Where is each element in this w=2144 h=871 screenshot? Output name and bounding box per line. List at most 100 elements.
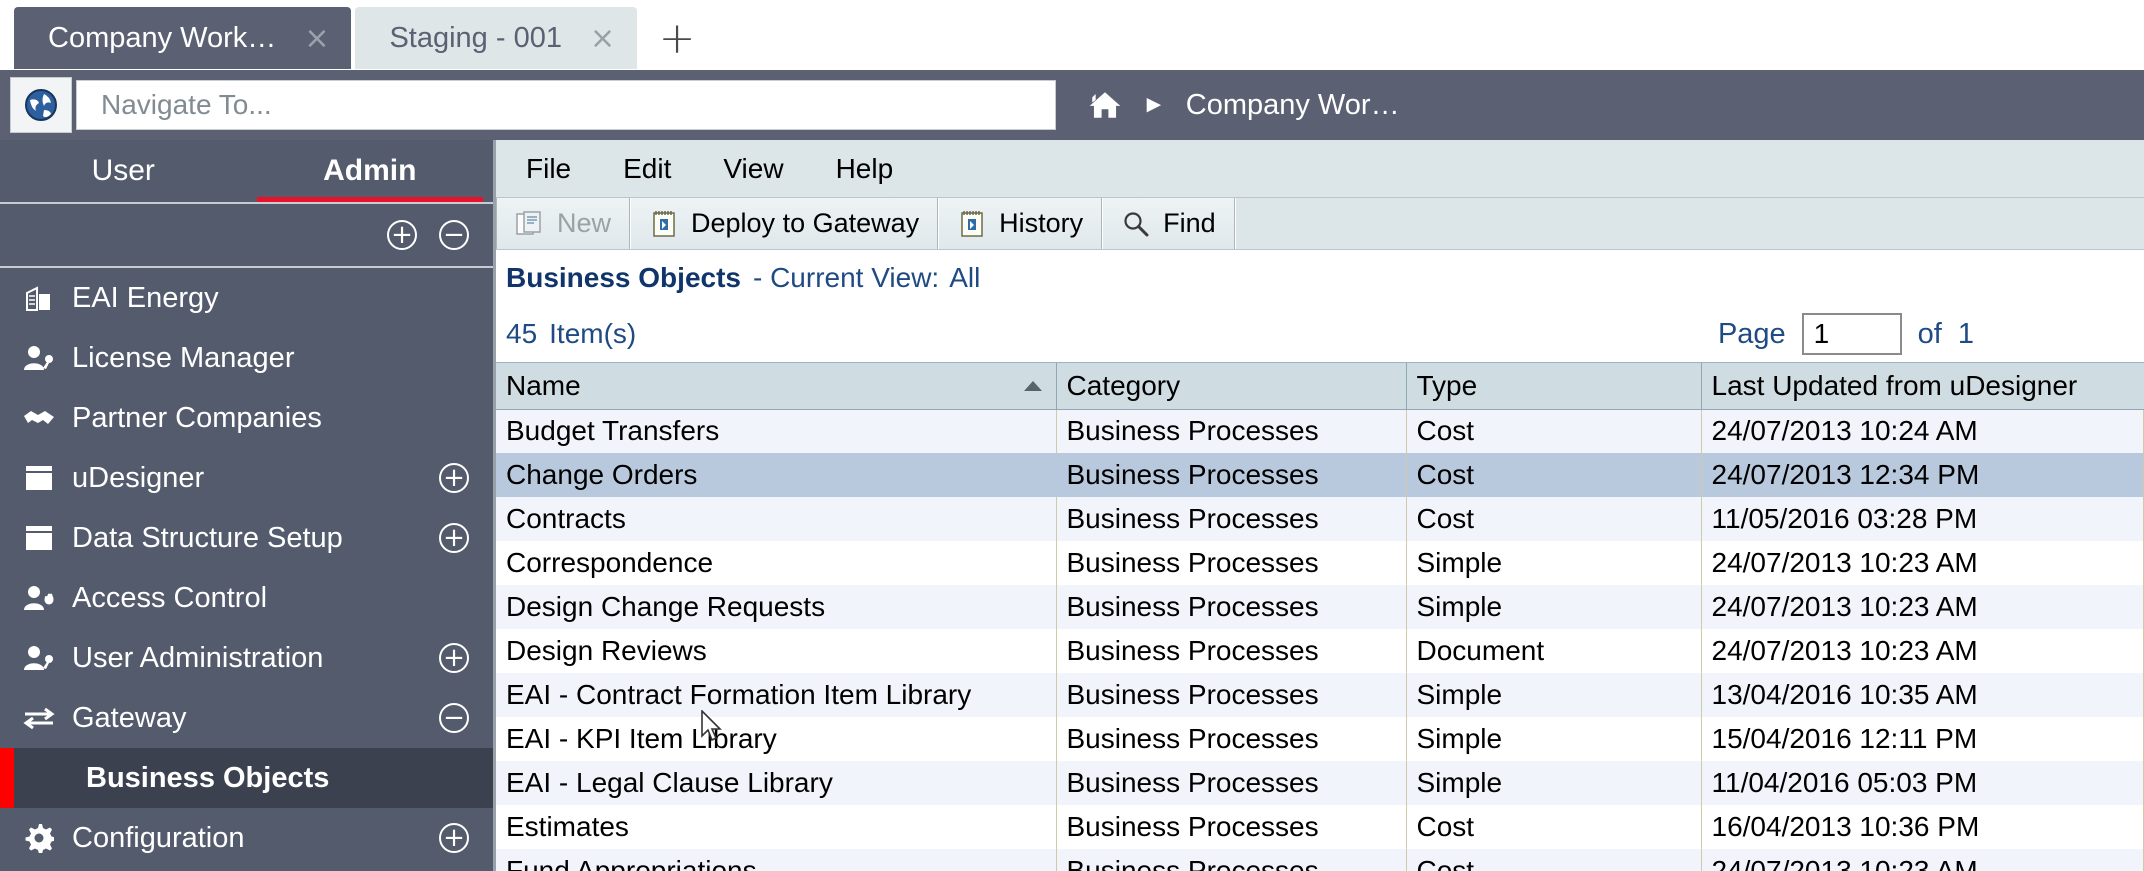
user-key-icon bbox=[22, 343, 56, 373]
cell-last-updated: 24/07/2013 10:23 AM bbox=[1701, 629, 2144, 673]
browser-tab-staging-001[interactable]: Staging - 001 × bbox=[355, 7, 637, 70]
history-button[interactable]: History bbox=[938, 198, 1102, 249]
sidebar-item-business-objects[interactable]: Business Objects bbox=[0, 748, 493, 808]
cell-type: Cost bbox=[1406, 849, 1701, 871]
search-icon bbox=[1121, 209, 1151, 239]
table-row[interactable]: EAI - Legal Clause LibraryBusiness Proce… bbox=[496, 761, 2144, 805]
sidebar-item-label: Configuration bbox=[72, 822, 423, 855]
find-button[interactable]: Find bbox=[1102, 198, 1235, 249]
expand-icon[interactable]: + bbox=[439, 463, 469, 493]
current-view-label: - Current View: bbox=[753, 262, 939, 294]
browser-tab-company-workspace[interactable]: Company Work… × bbox=[14, 7, 351, 70]
cell-last-updated: 24/07/2013 10:24 AM bbox=[1701, 409, 2144, 453]
table-row[interactable]: Design Change RequestsBusiness Processes… bbox=[496, 585, 2144, 629]
sidebar-item-label: Partner Companies bbox=[72, 402, 469, 435]
table-row[interactable]: EAI - KPI Item LibraryBusiness Processes… bbox=[496, 717, 2144, 761]
table-row[interactable]: EAI - Contract Formation Item LibraryBus… bbox=[496, 673, 2144, 717]
menu-item-view[interactable]: View bbox=[717, 153, 789, 185]
sidebar-item-label: Gateway bbox=[72, 702, 423, 735]
current-view-value[interactable]: All bbox=[949, 262, 980, 294]
sort-ascending-icon bbox=[1024, 381, 1042, 391]
menu-item-edit[interactable]: Edit bbox=[617, 153, 677, 185]
new-document-icon bbox=[515, 209, 545, 239]
cell-category: Business Processes bbox=[1056, 849, 1406, 871]
sidebar-item-access-control[interactable]: Access Control bbox=[0, 568, 493, 628]
sidebar-tab-user[interactable]: User bbox=[0, 140, 247, 202]
cell-name: Fund Appropriations bbox=[496, 849, 1056, 871]
table-row[interactable]: Design ReviewsBusiness ProcessesDocument… bbox=[496, 629, 2144, 673]
table-row[interactable]: Budget TransfersBusiness ProcessesCost24… bbox=[496, 409, 2144, 453]
deploy-to-gateway-button[interactable]: Deploy to Gateway bbox=[630, 198, 938, 249]
cell-category: Business Processes bbox=[1056, 497, 1406, 541]
pagination: Page 1 of 1 bbox=[1718, 313, 2144, 355]
sidebar-expand-collapse-row: + − bbox=[0, 204, 493, 266]
sidebar-item-label: License Manager bbox=[72, 342, 469, 375]
cell-name: Estimates bbox=[496, 805, 1056, 849]
table-row[interactable]: Fund AppropriationsBusiness ProcessesCos… bbox=[496, 849, 2144, 871]
cell-type: Simple bbox=[1406, 585, 1701, 629]
sidebar-item-data-structure-setup[interactable]: Data Structure Setup + bbox=[0, 508, 493, 568]
toolbar-button-label: Find bbox=[1163, 208, 1216, 239]
sidebar-tab-admin[interactable]: Admin bbox=[247, 140, 494, 202]
column-header-label: Type bbox=[1417, 370, 1478, 401]
menu-item-help[interactable]: Help bbox=[830, 153, 900, 185]
cell-name: Change Orders bbox=[496, 453, 1056, 497]
collapse-icon[interactable]: − bbox=[439, 703, 469, 733]
cell-type: Simple bbox=[1406, 761, 1701, 805]
gear-icon bbox=[22, 823, 56, 853]
cell-name: EAI - Legal Clause Library bbox=[496, 761, 1056, 805]
home-icon[interactable] bbox=[1088, 90, 1122, 120]
of-label: of bbox=[1918, 318, 1942, 351]
cell-last-updated: 24/07/2013 10:23 AM bbox=[1701, 541, 2144, 585]
sidebar-item-partner-companies[interactable]: Partner Companies bbox=[0, 388, 493, 448]
table-row[interactable]: EstimatesBusiness ProcessesCost16/04/201… bbox=[496, 805, 2144, 849]
close-icon[interactable]: × bbox=[304, 24, 329, 54]
close-icon[interactable]: × bbox=[590, 24, 615, 54]
navigate-to-input[interactable]: Navigate To... bbox=[76, 80, 1056, 130]
column-header-last-updated[interactable]: Last Updated from uDesigner bbox=[1701, 363, 2144, 409]
expand-icon[interactable]: + bbox=[439, 823, 469, 853]
sidebar-item-label: uDesigner bbox=[72, 462, 423, 495]
business-objects-table-wrapper[interactable]: Name Category Type Last Updated from uDe… bbox=[496, 362, 2144, 871]
new-tab-button[interactable]: + bbox=[637, 7, 717, 70]
browser-tab-strip: Company Work… × Staging - 001 × + bbox=[0, 0, 2144, 70]
sidebar-item-gateway[interactable]: Gateway − bbox=[0, 688, 493, 748]
sidebar-item-configuration[interactable]: Configuration + bbox=[0, 808, 493, 868]
cell-last-updated: 16/04/2013 10:36 PM bbox=[1701, 805, 2144, 849]
page-label: Page bbox=[1718, 318, 1786, 351]
table-row[interactable]: CorrespondenceBusiness ProcessesSimple24… bbox=[496, 541, 2144, 585]
globe-icon[interactable] bbox=[10, 77, 72, 133]
deploy-icon bbox=[649, 209, 679, 239]
sidebar-item-udesigner[interactable]: uDesigner + bbox=[0, 448, 493, 508]
table-row[interactable]: Change OrdersBusiness ProcessesCost24/07… bbox=[496, 453, 2144, 497]
exchange-icon bbox=[22, 703, 56, 733]
cell-type: Simple bbox=[1406, 541, 1701, 585]
breadcrumb-current[interactable]: Company Wor… bbox=[1186, 89, 1400, 122]
column-header-category[interactable]: Category bbox=[1056, 363, 1406, 409]
cell-name: Correspondence bbox=[496, 541, 1056, 585]
column-header-label: Name bbox=[506, 370, 581, 401]
cell-name: Design Reviews bbox=[496, 629, 1056, 673]
column-header-name[interactable]: Name bbox=[496, 363, 1056, 409]
new-button[interactable]: New bbox=[496, 198, 630, 249]
sidebar: User Admin + − EAI Energy License Manage… bbox=[0, 140, 496, 871]
sidebar-item-user-administration[interactable]: User Administration + bbox=[0, 628, 493, 688]
expand-icon[interactable]: + bbox=[439, 643, 469, 673]
page-number-input[interactable]: 1 bbox=[1802, 313, 1902, 355]
cell-type: Document bbox=[1406, 629, 1701, 673]
collapse-all-icon[interactable]: − bbox=[439, 220, 469, 250]
menu-item-file[interactable]: File bbox=[520, 153, 577, 185]
chevron-right-icon: ► bbox=[1142, 93, 1166, 117]
item-count-label: Item(s) bbox=[549, 318, 636, 350]
sidebar-item-license-manager[interactable]: License Manager bbox=[0, 328, 493, 388]
column-header-type[interactable]: Type bbox=[1406, 363, 1701, 409]
expand-all-icon[interactable]: + bbox=[387, 220, 417, 250]
expand-icon[interactable]: + bbox=[439, 523, 469, 553]
cell-last-updated: 24/07/2013 10:23 AM bbox=[1701, 585, 2144, 629]
window-icon bbox=[22, 463, 56, 493]
cell-last-updated: 13/04/2016 10:35 AM bbox=[1701, 673, 2144, 717]
cell-last-updated: 24/07/2013 10:23 AM bbox=[1701, 849, 2144, 871]
table-row[interactable]: ContractsBusiness ProcessesCost11/05/201… bbox=[496, 497, 2144, 541]
sidebar-item-eai-energy[interactable]: EAI Energy bbox=[0, 268, 493, 328]
sidebar-item-label: Access Control bbox=[72, 582, 469, 615]
